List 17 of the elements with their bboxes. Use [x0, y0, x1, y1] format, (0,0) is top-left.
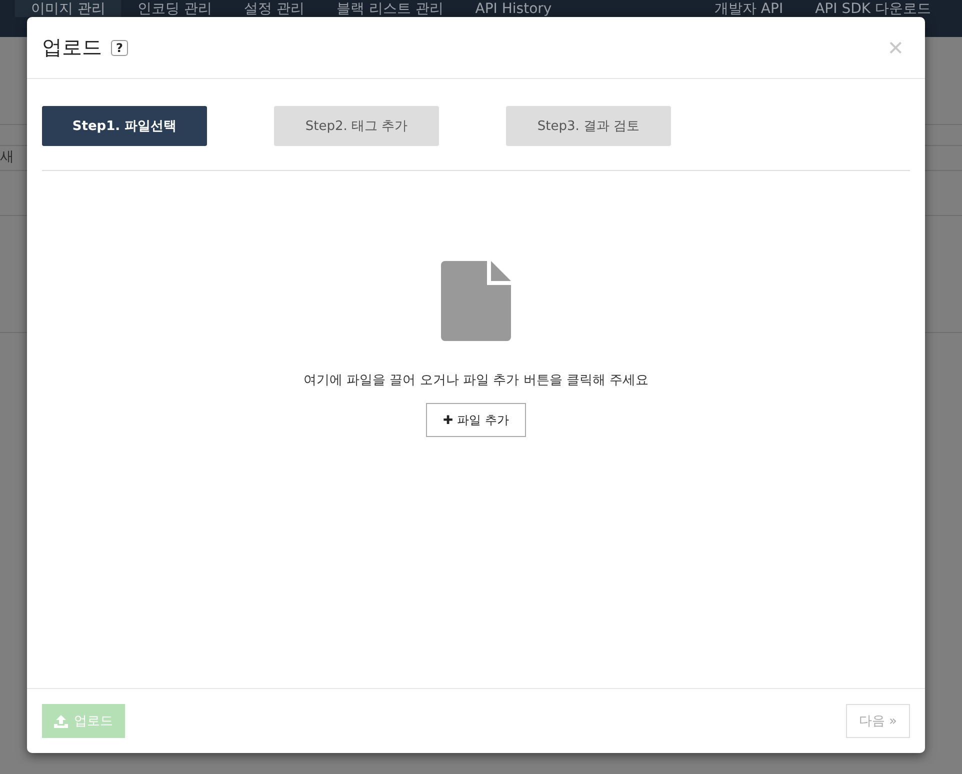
- step-tab[interactable]: Step3. 결과 검토: [506, 106, 671, 146]
- nav-link[interactable]: 개발자 API: [698, 0, 800, 17]
- new-folder-button[interactable]: 새: [0, 144, 14, 170]
- step-tab[interactable]: Step1. 파일선택: [42, 106, 207, 146]
- upload-icon: [54, 714, 68, 728]
- nav-tab[interactable]: 이미지 관리: [15, 0, 122, 17]
- nav-tab[interactable]: 블랙 리스트 관리: [320, 0, 460, 17]
- drop-instruction: 여기에 파일을 끌어 오거나 파일 추가 버튼을 클릭해 주세요: [303, 372, 649, 389]
- nav-tab[interactable]: API History: [459, 0, 568, 17]
- nav-tab[interactable]: 인코딩 관리: [121, 0, 228, 17]
- add-file-button[interactable]: ✚ 파일 추가: [426, 403, 526, 437]
- nav-tab[interactable]: 설정 관리: [228, 0, 320, 17]
- file-icon: [441, 261, 511, 341]
- modal-title: 업로드: [42, 34, 102, 61]
- step-tab[interactable]: Step2. 태그 추가: [274, 106, 439, 146]
- nav-link[interactable]: API SDK 다운로드: [799, 0, 947, 17]
- help-button[interactable]: ?: [111, 40, 128, 56]
